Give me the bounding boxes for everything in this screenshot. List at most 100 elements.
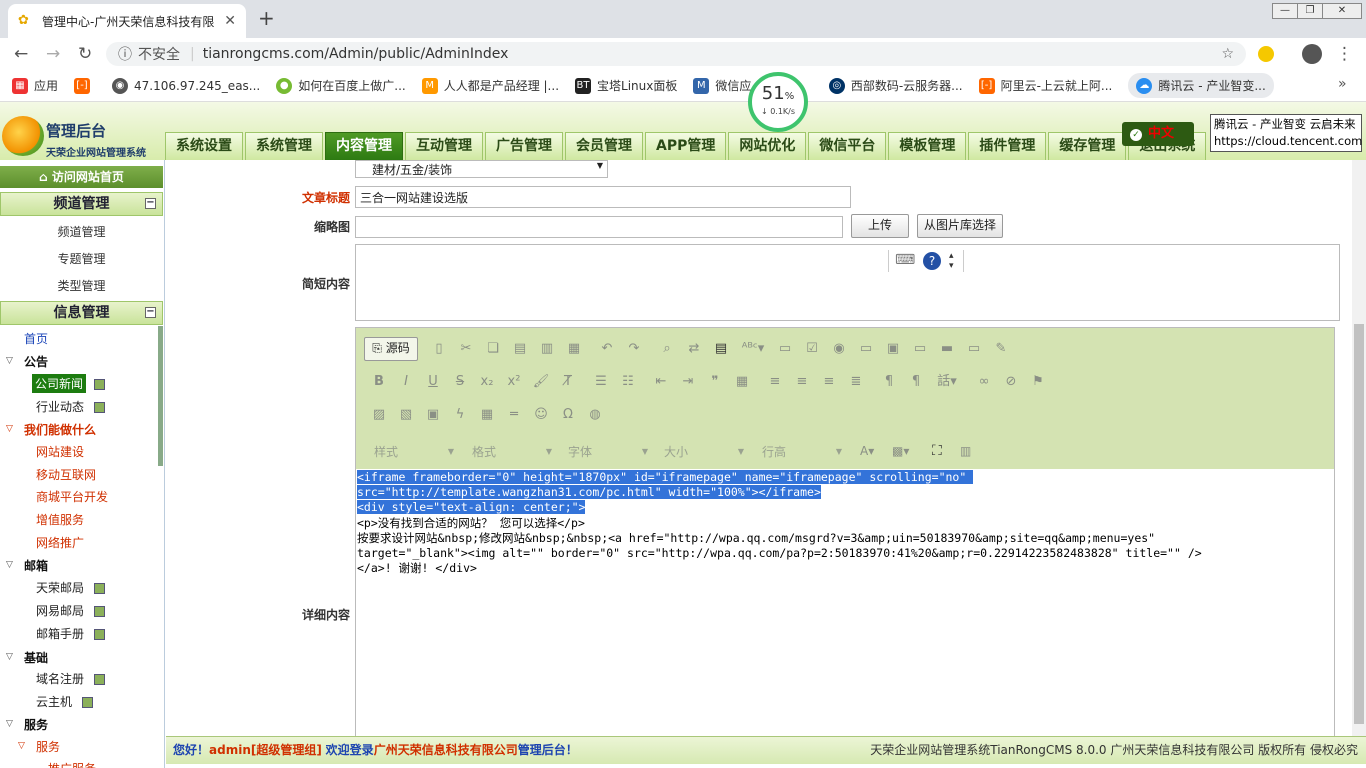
omnibox[interactable]: ⓘ 不安全 | tianrongcms.com/Admin/public/Adm… — [106, 42, 1246, 66]
subscript-icon[interactable]: x₂ — [478, 373, 496, 391]
tree-website[interactable]: 网站建设 — [36, 443, 84, 460]
bookmark-apps[interactable]: ▦ 应用 — [12, 77, 58, 94]
form-icon[interactable]: ▭ — [776, 340, 794, 358]
url-text[interactable]: tianrongcms.com/Admin/public/AdminIndex — [203, 46, 1222, 62]
menu-content-management[interactable]: 内容管理 — [325, 132, 403, 160]
iframe-icon[interactable]: ◍ — [586, 406, 604, 424]
select-field-icon[interactable]: ▭ — [911, 340, 929, 358]
collapse-icon[interactable]: − — [145, 198, 156, 209]
source-button[interactable]: ⎘ 源码 — [364, 337, 418, 361]
maximize-icon[interactable]: ⛶ — [932, 441, 948, 461]
format-dropdown[interactable]: 格式 ▼ — [472, 441, 552, 461]
close-tab-icon[interactable]: ✕ — [224, 13, 236, 29]
strike-icon[interactable]: S — [451, 373, 469, 391]
bold-icon[interactable]: B — [370, 373, 388, 391]
language-switch[interactable]: ✓ 中文 — [1122, 122, 1194, 146]
text-color-icon[interactable]: A▾ — [860, 441, 884, 461]
back-icon[interactable]: ← — [14, 44, 28, 64]
add-icon[interactable] — [94, 629, 105, 640]
superscript-icon[interactable]: x² — [505, 373, 523, 391]
extension-icon[interactable] — [1258, 46, 1274, 62]
video-icon[interactable]: ▣ — [424, 406, 442, 424]
underline-icon[interactable]: U — [424, 373, 442, 391]
bookmark-item[interactable]: ● 如何在百度上做广... — [276, 77, 406, 94]
tree-what-we-do[interactable]: 我们能做什么 — [24, 421, 96, 438]
browser-menu-icon[interactable]: ⋮ — [1336, 44, 1353, 64]
align-center-icon[interactable]: ≡ — [793, 373, 811, 391]
new-page-icon[interactable]: ▯ — [430, 340, 448, 358]
paste-icon[interactable]: ▤ — [511, 340, 529, 358]
tree-toggle-icon[interactable]: ▽ — [6, 356, 13, 366]
profile-avatar[interactable] — [1302, 44, 1322, 64]
tree-toggle-icon[interactable]: ▽ — [6, 652, 13, 662]
thumbnail-input[interactable] — [355, 216, 843, 238]
menu-wechat[interactable]: 微信平台 — [808, 132, 887, 160]
menu-plugins[interactable]: 插件管理 — [968, 132, 1047, 160]
italic-icon[interactable]: I — [397, 373, 415, 391]
numbered-list-icon[interactable]: ☰ — [592, 373, 610, 391]
style-dropdown[interactable]: 样式 ▼ — [374, 441, 454, 461]
reload-icon[interactable]: ↻ — [78, 44, 92, 64]
anchor-icon[interactable]: ⚑ — [1029, 373, 1047, 391]
tree-basic[interactable]: 基础 — [24, 649, 48, 666]
add-icon[interactable] — [94, 583, 105, 594]
language-icon[interactable]: 話▾ — [934, 373, 960, 391]
menu-app[interactable]: APP管理 — [645, 132, 727, 160]
help-icon[interactable]: ? — [923, 252, 941, 270]
visit-site-home-button[interactable]: ⌂ 访问网站首页 — [0, 166, 163, 188]
tree-notice[interactable]: 公告 — [24, 353, 48, 370]
paste-text-icon[interactable]: ▥ — [538, 340, 556, 358]
collapse-icon[interactable]: − — [145, 307, 156, 318]
brief-textarea[interactable] — [355, 244, 1340, 321]
image-button-icon[interactable]: ▭ — [965, 340, 983, 358]
smiley-icon[interactable]: ☺ — [532, 406, 550, 424]
align-justify-icon[interactable]: ≣ — [847, 373, 865, 391]
tree-mail-manual[interactable]: 邮箱手册 — [36, 625, 84, 642]
new-tab-icon[interactable]: + — [258, 6, 275, 30]
sidebar-item-topic[interactable]: 专题管理 — [0, 250, 163, 267]
add-icon[interactable] — [94, 402, 105, 413]
tree-toggle-icon[interactable]: ▽ — [6, 719, 13, 729]
keyboard-icon[interactable]: ⌨ — [895, 252, 915, 268]
hidden-field-icon[interactable]: ✎ — [992, 340, 1010, 358]
add-icon[interactable] — [94, 606, 105, 617]
source-code-area[interactable]: <iframe frameborder="0" height="1870px" … — [356, 469, 1334, 737]
tree-toggle-icon[interactable]: ▽ — [6, 560, 13, 570]
undo-icon[interactable]: ↶ — [598, 340, 616, 358]
link-icon[interactable]: ∞ — [975, 373, 993, 391]
choose-from-gallery-button[interactable]: 从图片库选择 — [917, 214, 1003, 238]
sidebar-item-channel[interactable]: 频道管理 — [0, 223, 163, 240]
tree-promotion[interactable]: 网络推广 — [36, 534, 84, 551]
add-icon[interactable] — [94, 674, 105, 685]
ltr-icon[interactable]: ¶ — [880, 373, 898, 391]
tree-mall[interactable]: 商城平台开发 — [36, 488, 108, 505]
div-icon[interactable]: ▦ — [733, 373, 751, 391]
tree-toggle-icon[interactable]: ▽ — [18, 741, 25, 751]
category-select[interactable]: 建材/五金/装饰 ▼ — [355, 160, 608, 178]
sidebar-item-type[interactable]: 类型管理 — [0, 277, 163, 294]
more-bookmarks-icon[interactable]: » — [1338, 76, 1347, 92]
redo-icon[interactable]: ↷ — [625, 340, 643, 358]
tree-service[interactable]: 服务 — [24, 716, 48, 733]
blockquote-icon[interactable]: ❞ — [706, 373, 724, 391]
tree-mail[interactable]: 邮箱 — [24, 557, 48, 574]
title-input[interactable]: 三合一网站建设选版 — [355, 186, 851, 208]
textarea-icon[interactable]: ▣ — [884, 340, 902, 358]
special-char-icon[interactable]: Ω — [559, 406, 577, 424]
textfield-icon[interactable]: ▭ — [857, 340, 875, 358]
bg-color-icon[interactable]: ▩▾ — [892, 441, 916, 461]
size-dropdown[interactable]: 大小 ▼ — [664, 441, 744, 461]
unlink-icon[interactable]: ⊘ — [1002, 373, 1020, 391]
flash-icon[interactable]: ϟ — [451, 406, 469, 424]
menu-system-settings[interactable]: 系统设置 — [165, 132, 243, 160]
bookmark-item[interactable]: ◉ 47.106.97.245_eas... — [112, 77, 260, 94]
tree-toggle-icon[interactable]: ▽ — [6, 424, 13, 434]
add-icon[interactable] — [94, 379, 105, 390]
spinner-icon[interactable]: ▴ ▾ — [949, 251, 954, 271]
paste-word-icon[interactable]: ▦ — [565, 340, 583, 358]
find-icon[interactable]: ⌕ — [658, 340, 676, 358]
menu-seo[interactable]: 网站优化 — [728, 132, 807, 160]
tree-home[interactable]: 首页 — [24, 330, 48, 347]
multi-image-icon[interactable]: ▧ — [397, 406, 415, 424]
bookmark-item[interactable]: ☁ 腾讯云 - 产业智变... — [1128, 73, 1274, 98]
